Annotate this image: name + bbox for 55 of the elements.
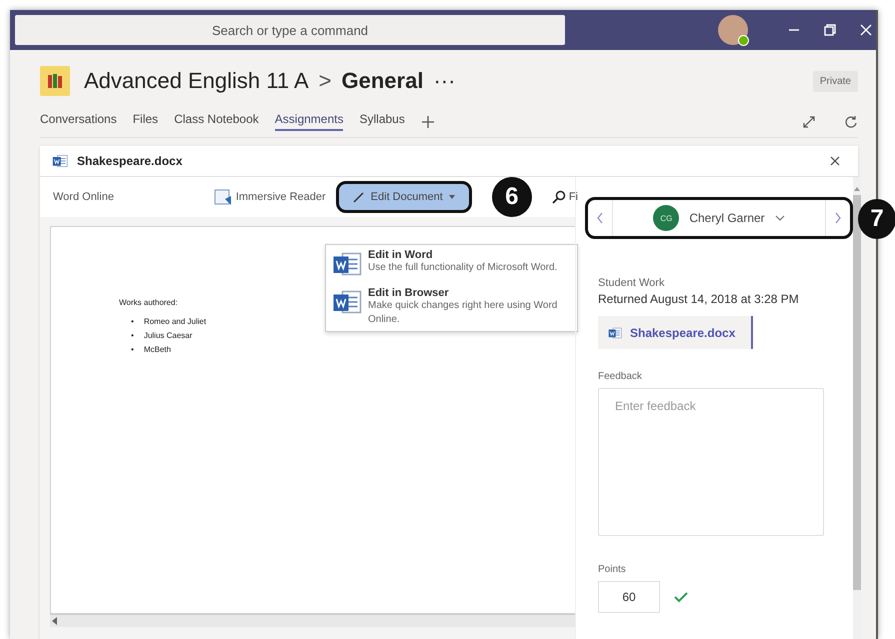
close-icon[interactable] [830, 156, 840, 166]
word-icon [52, 153, 68, 169]
avatar[interactable] [718, 15, 748, 45]
menu-item[interactable]: Edit in Word Use the full functionality of Microsoft Word. [332, 249, 571, 279]
callout-number: 7 [858, 199, 895, 239]
section-label: Student Work [598, 277, 666, 289]
feedback-field[interactable]: Enter feedback [598, 388, 824, 536]
tab[interactable]: Conversations [40, 112, 117, 131]
edit-document-button[interactable]: Edit Document [336, 181, 472, 213]
student-avatar: CG [653, 205, 680, 231]
add-tab-icon[interactable] [420, 114, 435, 128]
team-name: Advanced English 11 A [84, 68, 309, 94]
private-badge: Private [812, 70, 858, 92]
books-icon [46, 72, 64, 90]
list-item: Romeo and Juliet [144, 316, 206, 328]
immersive-reader-button[interactable]: Immersive Reader [214, 188, 326, 206]
find-button[interactable]: Fi [552, 190, 578, 204]
feedback-label: Feedback [598, 371, 643, 382]
expand-icon[interactable] [802, 114, 816, 128]
more-options[interactable]: ··· [433, 68, 456, 94]
caret-icon [448, 195, 455, 199]
refresh-icon[interactable] [844, 114, 858, 128]
scroll-left-icon[interactable] [52, 617, 58, 625]
app-name: Word Online [53, 191, 114, 203]
student-selector[interactable]: CG Cheryl Garner [585, 197, 853, 239]
bullet: • [131, 330, 134, 342]
status-dot [738, 35, 749, 46]
attachment-link[interactable]: Shakespeare.docx [598, 316, 753, 349]
tab[interactable]: Files [132, 112, 158, 131]
menu-item[interactable]: Edit in Browser Make quick changes right here using Word Online. [332, 287, 571, 327]
restore-icon[interactable] [824, 24, 836, 36]
previous-icon[interactable] [597, 212, 603, 224]
student-name: Cheryl Garner [689, 211, 765, 225]
bullet: • [131, 344, 134, 356]
next-icon[interactable] [835, 212, 841, 224]
horizontal-scrollbar[interactable] [50, 614, 575, 627]
tab[interactable]: Syllabus [359, 112, 405, 131]
points-label: Points [598, 564, 627, 575]
points-field[interactable]: 60 [598, 581, 660, 613]
list-item: McBeth [144, 344, 171, 356]
breadcrumb-separator: > [318, 68, 332, 94]
chevron-down-icon [774, 215, 785, 221]
bullet: • [131, 316, 134, 328]
status-text: Returned August 14, 2018 at 3:28 PM [598, 292, 800, 306]
document-heading: Works authored: [119, 297, 178, 309]
file-name: Shakespeare.docx [77, 154, 182, 168]
channel-name: General [342, 68, 424, 94]
tab[interactable]: Assignments [274, 112, 344, 131]
search-field[interactable]: Search or type a command [15, 15, 565, 45]
checkmark-icon [674, 591, 688, 603]
list-item: Julius Caesar [144, 330, 192, 342]
word-icon [608, 326, 622, 340]
tab[interactable]: Class Notebook [174, 112, 259, 131]
search-icon [552, 190, 566, 204]
callout-number: 6 [492, 177, 532, 217]
